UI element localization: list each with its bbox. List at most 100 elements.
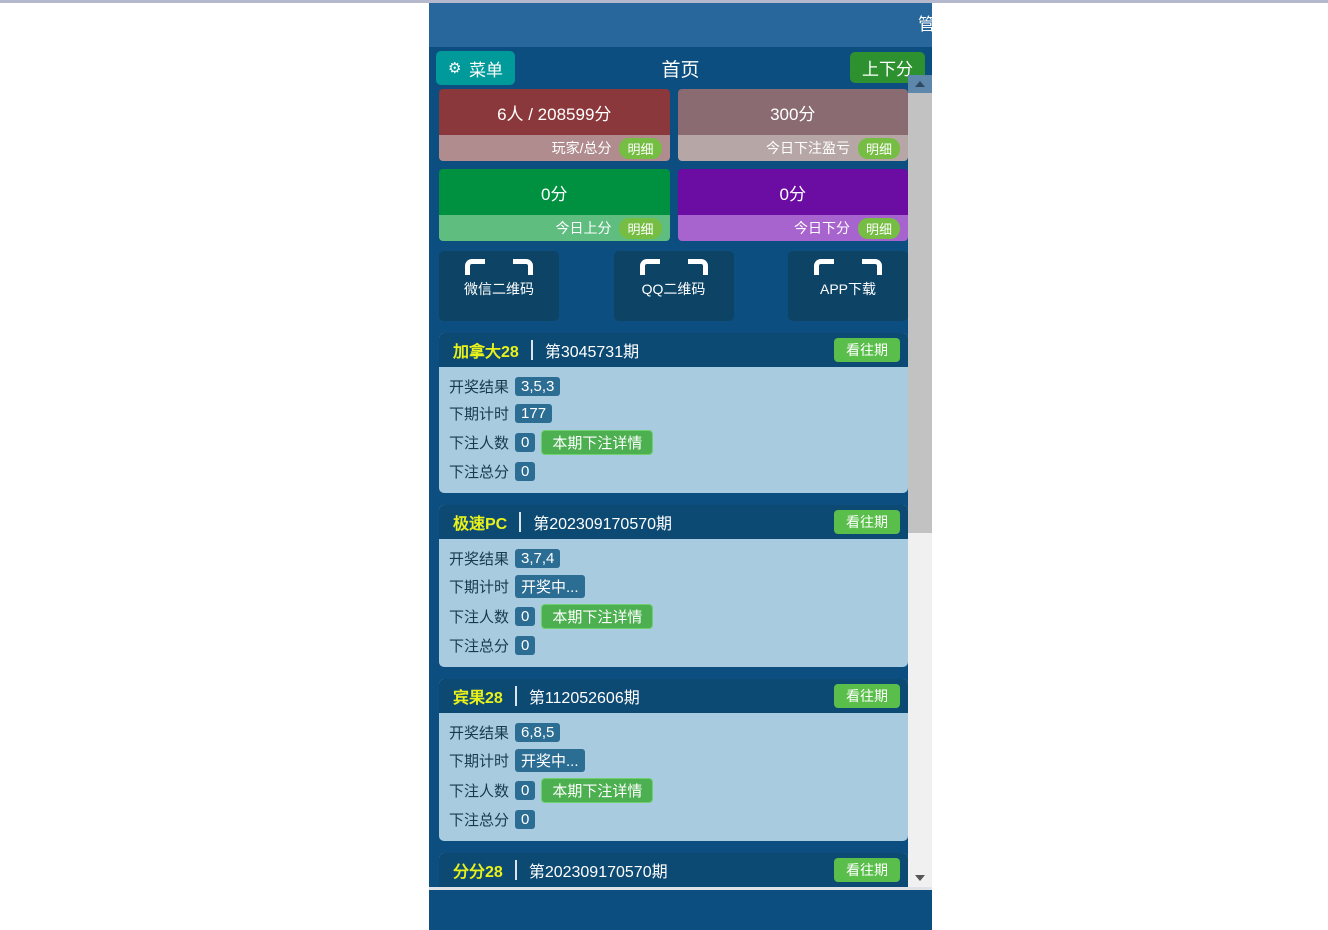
divider (514, 860, 517, 880)
topup-button-label: 上下分 (862, 60, 913, 79)
lottery-bettors-label: 下注人数 (449, 783, 510, 800)
lottery-total-label: 下注总分 (449, 812, 510, 829)
lottery-card: 加拿大28 第3045731期 看往期 开奖结果 3,5,3 下期计时 177 (439, 333, 908, 493)
stats-row-1: 6人 / 208599分 玩家/总分 明细 300分 今日下注盈亏 明细 (429, 89, 918, 161)
stat-card-players-total[interactable]: 6人 / 208599分 玩家/总分 明细 (439, 89, 670, 161)
gear-icon: ⚙ (448, 59, 462, 77)
quick-link-label: 微信二维码 (464, 281, 534, 297)
lottery-bettors-value: 0 (515, 433, 536, 452)
lottery-name: 极速PC (453, 516, 508, 533)
footer-area (429, 890, 932, 930)
lottery-total-row: 下注总分 0 (439, 806, 908, 833)
stat-card-today-credit-out[interactable]: 0分 今日下分 明细 (677, 169, 908, 241)
lottery-issue: 第202309170570期 (533, 516, 673, 533)
vertical-scrollbar[interactable] (908, 75, 932, 887)
divider (514, 686, 517, 706)
lottery-card-header: 宾果28 第112052606期 看往期 (439, 679, 908, 713)
lottery-bettors-row: 下注人数 0 本期下注详情 (439, 601, 908, 632)
stat-footer: 今日下注盈亏 明细 (677, 135, 908, 161)
lottery-card-body: 开奖结果 6,8,5 下期计时 开奖中... 下注人数 0 本期下注详情 下注总… (439, 713, 908, 841)
current-bets-detail-button[interactable]: 本期下注详情 (541, 604, 654, 629)
lottery-total-row: 下注总分 0 (439, 632, 908, 659)
lottery-result-label: 开奖结果 (449, 725, 510, 742)
scroll-content-area: 6人 / 208599分 玩家/总分 明细 300分 今日下注盈亏 明细 0分 … (429, 89, 932, 887)
lottery-total-label: 下注总分 (449, 464, 510, 481)
stat-detail-button[interactable]: 明细 (619, 137, 662, 159)
lottery-result-row: 开奖结果 6,8,5 (439, 719, 908, 746)
lottery-bettors-label: 下注人数 (449, 609, 510, 626)
lottery-result-value: 3,5,3 (515, 377, 561, 396)
quick-link-qq-qr[interactable]: QQ二维码 (613, 251, 734, 321)
lottery-issue: 第112052606期 (528, 690, 640, 707)
lottery-name: 加拿大28 (453, 344, 519, 361)
stat-label: 今日下分 (793, 220, 850, 236)
lottery-card: 分分28 第202309170570期 看往期 开奖结果 (439, 853, 908, 887)
status-bar: 管 (429, 3, 932, 47)
quick-links-row: 微信二维码 QQ二维码 APP下载 (429, 249, 918, 321)
stats-row-2: 0分 今日上分 明细 0分 今日下分 明细 (429, 169, 918, 241)
stat-footer: 玩家/总分 明细 (439, 135, 670, 161)
app-window: 管 首页 ⚙ 菜单 上下分 6人 / 208599分 玩家/总分 明细 300分… (429, 3, 932, 930)
quick-link-label: QQ二维码 (641, 281, 706, 297)
view-history-button[interactable]: 看往期 (834, 684, 900, 708)
view-history-button[interactable]: 看往期 (834, 510, 900, 534)
lottery-countdown-value: 177 (515, 404, 553, 423)
lottery-name: 宾果28 (453, 690, 503, 707)
lottery-card: 宾果28 第112052606期 看往期 开奖结果 6,8,5 下期计时 开奖中… (439, 679, 908, 841)
lottery-countdown-row: 下期计时 开奖中... (439, 746, 908, 775)
stat-card-today-profit[interactable]: 300分 今日下注盈亏 明细 (677, 89, 908, 161)
chevron-up-icon (915, 81, 925, 87)
lottery-bettors-row: 下注人数 0 本期下注详情 (439, 427, 908, 458)
scrollbar-up-button[interactable] (908, 75, 932, 93)
quick-link-label: APP下载 (819, 281, 876, 297)
lottery-bettors-row: 下注人数 0 本期下注详情 (439, 775, 908, 806)
current-bets-detail-button[interactable]: 本期下注详情 (541, 778, 654, 803)
stat-label: 玩家/总分 (551, 140, 612, 156)
lottery-countdown-row: 下期计时 开奖中... (439, 572, 908, 601)
lottery-card: 极速PC 第202309170570期 看往期 开奖结果 3,7,4 下期计时 … (439, 505, 908, 667)
view-history-button[interactable]: 看往期 (834, 858, 900, 882)
lottery-total-value: 0 (515, 462, 536, 481)
lottery-result-row: 开奖结果 3,7,4 (439, 545, 908, 572)
stat-value: 0分 (677, 169, 908, 215)
lottery-result-value: 3,7,4 (515, 549, 561, 568)
status-bar-clipped-label: 管 (918, 15, 932, 34)
quick-link-wechat-qr[interactable]: 微信二维码 (439, 251, 559, 321)
divider (530, 340, 533, 360)
lottery-bettors-value: 0 (515, 781, 536, 800)
stat-footer: 今日下分 明细 (677, 215, 908, 241)
lottery-total-value: 0 (515, 636, 536, 655)
stat-detail-button[interactable]: 明细 (857, 217, 900, 239)
lottery-countdown-label: 下期计时 (449, 579, 510, 596)
scrollbar-thumb[interactable] (908, 93, 932, 533)
lottery-total-label: 下注总分 (449, 638, 510, 655)
stat-detail-button[interactable]: 明细 (857, 137, 900, 159)
view-history-button[interactable]: 看往期 (834, 338, 900, 362)
current-bets-detail-button[interactable]: 本期下注详情 (541, 430, 654, 455)
lottery-result-label: 开奖结果 (449, 379, 510, 396)
home-content: 6人 / 208599分 玩家/总分 明细 300分 今日下注盈亏 明细 0分 … (429, 89, 918, 887)
lottery-card-body: 开奖结果 3,5,3 下期计时 177 下注人数 0 本期下注详情 下注总分 0 (439, 367, 908, 493)
lottery-card-header: 分分28 第202309170570期 看往期 (439, 853, 908, 887)
lottery-countdown-value: 开奖中... (515, 749, 585, 772)
scrollbar-down-button[interactable] (908, 869, 932, 887)
lottery-countdown-label: 下期计时 (449, 406, 510, 423)
stat-value: 0分 (439, 169, 670, 215)
stat-value: 6人 / 208599分 (439, 89, 670, 135)
menu-button-label: 菜单 (469, 60, 503, 80)
quick-link-app-download[interactable]: APP下载 (788, 251, 908, 321)
lottery-bettors-label: 下注人数 (449, 435, 510, 452)
lottery-countdown-value: 开奖中... (515, 575, 585, 598)
lottery-result-value: 6,8,5 (515, 723, 561, 742)
stat-label: 今日下注盈亏 (765, 140, 850, 156)
lottery-countdown-label: 下期计时 (449, 753, 510, 770)
stat-footer: 今日上分 明细 (439, 215, 670, 241)
lottery-card-header: 极速PC 第202309170570期 看往期 (439, 505, 908, 539)
stat-card-today-credit-in[interactable]: 0分 今日上分 明细 (439, 169, 670, 241)
chevron-down-icon (915, 875, 925, 881)
lottery-bettors-value: 0 (515, 607, 536, 626)
menu-button[interactable]: ⚙ 菜单 (436, 51, 515, 85)
lottery-issue: 第3045731期 (544, 344, 640, 361)
lottery-total-value: 0 (515, 810, 536, 829)
stat-detail-button[interactable]: 明细 (619, 217, 662, 239)
